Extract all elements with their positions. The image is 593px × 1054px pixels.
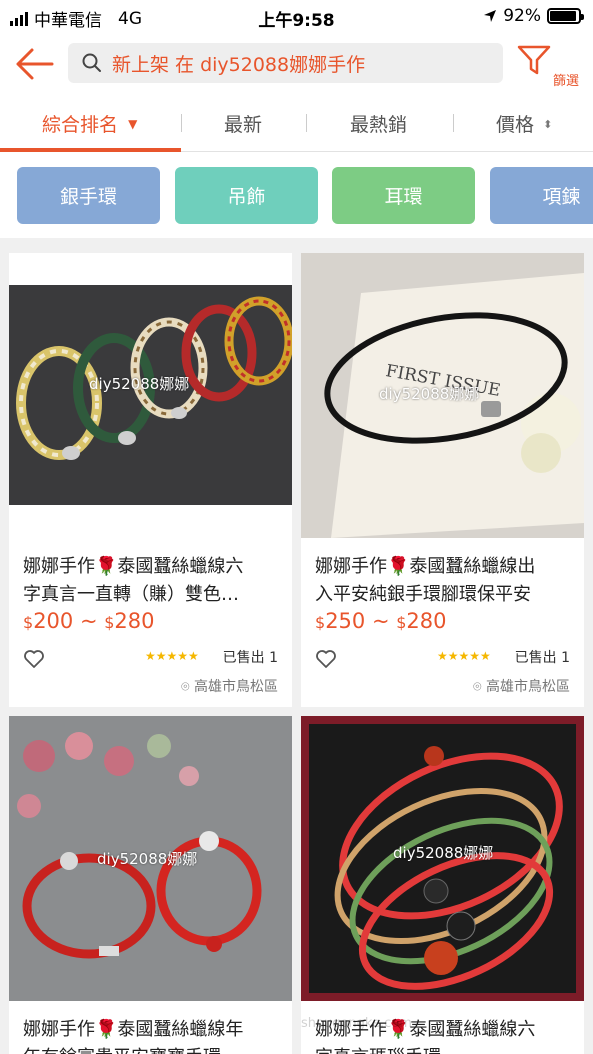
image-watermark: diy52088娜娜 bbox=[393, 844, 494, 862]
rating-stars: ★★★★★ bbox=[145, 649, 199, 663]
rose-icon: 🌹 bbox=[95, 1019, 118, 1040]
search-header: 新上架 在 diy52088娜娜手作 篩選 bbox=[0, 34, 593, 96]
battery-icon bbox=[547, 8, 584, 24]
pin-icon: ⌾ bbox=[181, 679, 190, 695]
product-title: 娜娜手作🌹泰國蠶絲蠟線出 入平安純銀手環腳環保平安 bbox=[315, 553, 575, 609]
price-sep: ~ bbox=[73, 609, 105, 633]
image-watermark: diy52088娜娜 bbox=[379, 385, 480, 403]
price-low: 200 bbox=[33, 609, 74, 633]
back-arrow-icon[interactable] bbox=[14, 46, 54, 82]
tab-best-selling[interactable]: 最熱銷 bbox=[350, 110, 407, 137]
sort-bar: 綜合排名 ▼ 最新 最熱銷 價格 ⬍ bbox=[0, 96, 593, 152]
price-high: 280 bbox=[406, 609, 447, 633]
location: ⌾ 高雄市鳥松區 bbox=[473, 676, 570, 696]
title-text: 泰國蠶絲蠟線六 bbox=[409, 1019, 536, 1040]
filter-label: 篩選 bbox=[552, 74, 579, 89]
caret-down-icon: ▼ bbox=[128, 117, 138, 131]
tab-price[interactable]: 價格 ⬍ bbox=[496, 110, 552, 137]
bracelet-photo bbox=[9, 285, 292, 505]
location-arrow-icon bbox=[484, 10, 497, 22]
location: ⌾ 高雄市鳥松區 bbox=[181, 676, 278, 696]
divider bbox=[453, 114, 454, 132]
category-bar: 銀手環 吊飾 耳環 項鍊 bbox=[0, 152, 593, 238]
title-text: 娜娜手作 bbox=[315, 556, 387, 577]
title-text: 泰國蠶絲蠟線出 bbox=[409, 556, 536, 577]
currency: $ bbox=[396, 613, 407, 632]
sold-count: 已售出 1 bbox=[514, 650, 570, 666]
search-input[interactable]: 新上架 在 diy52088娜娜手作 bbox=[68, 43, 503, 83]
heart-icon[interactable] bbox=[315, 649, 337, 669]
status-bar: 中華電信 4G 上午9:58 92% bbox=[0, 0, 593, 34]
divider bbox=[306, 114, 307, 132]
rating-stars: ★★★★★ bbox=[437, 649, 491, 663]
tab-comprehensive[interactable]: 綜合排名 ▼ bbox=[42, 110, 137, 137]
product-image: diy52088娜娜 bbox=[301, 716, 584, 1001]
rose-icon: 🌹 bbox=[387, 556, 410, 577]
category-chip[interactable]: 銀手環 bbox=[17, 167, 160, 224]
filter-button[interactable]: 篩選 bbox=[517, 42, 579, 90]
currency: $ bbox=[315, 613, 326, 632]
heart-icon[interactable] bbox=[23, 649, 45, 669]
search-icon bbox=[82, 53, 101, 72]
image-watermark: diy52088娜娜 bbox=[97, 850, 198, 868]
product-card[interactable]: FIRST ISSUE diy52088娜娜 娜娜手作🌹泰國蠶絲蠟線出 入平安純… bbox=[301, 253, 584, 707]
title-text: 年有餘富貴平安寶寶手環 bbox=[23, 1044, 283, 1054]
category-chip[interactable]: 項鍊 bbox=[490, 167, 593, 224]
tab-newest[interactable]: 最新 bbox=[224, 110, 262, 137]
sort-toggle-icon: ⬍ bbox=[543, 118, 553, 131]
category-chip[interactable]: 吊飾 bbox=[175, 167, 318, 224]
divider bbox=[181, 114, 182, 132]
title-text: 字真言一直轉（賺）雙色… bbox=[23, 584, 239, 605]
sold-count: 已售出 1 bbox=[222, 650, 278, 666]
product-card[interactable]: diy52088娜娜 娜娜手作🌹泰國蠶絲蠟線年 年有餘富貴平安寶寶手環 bbox=[9, 716, 292, 1054]
tab-label: 價格 bbox=[496, 114, 535, 136]
price-sep: ~ bbox=[365, 609, 397, 633]
currency: $ bbox=[23, 613, 34, 632]
title-text: 泰國蠶絲蠟線年 bbox=[117, 1019, 244, 1040]
rose-icon: 🌹 bbox=[95, 556, 118, 577]
title-text: 娜娜手作 bbox=[23, 556, 95, 577]
product-title: 娜娜手作🌹泰國蠶絲蠟線六 字真言一直轉（賺）雙色… bbox=[23, 553, 283, 609]
location-text: 高雄市鳥松區 bbox=[194, 679, 278, 695]
price-high: 280 bbox=[114, 609, 155, 633]
category-chip[interactable]: 耳環 bbox=[332, 167, 475, 224]
product-card[interactable]: diy52088娜娜 娜娜手作🌹泰國蠶絲蠟線六 字真言一直轉（賺）雙色… $20… bbox=[9, 253, 292, 707]
location-text: 高雄市鳥松區 bbox=[486, 679, 570, 695]
product-image: diy52088娜娜 bbox=[9, 716, 292, 1001]
search-query: 新上架 在 diy52088娜娜手作 bbox=[112, 53, 366, 76]
product-card[interactable]: diy52088娜娜 娜娜手作🌹泰國蠶絲蠟線六 字真言瑪瑙手環 shougong… bbox=[301, 716, 584, 1054]
filter-funnel-icon bbox=[517, 45, 551, 75]
site-watermark: shougongke.com bbox=[301, 1016, 412, 1031]
image-watermark: diy52088娜娜 bbox=[89, 375, 190, 393]
title-text: 泰國蠶絲蠟線六 bbox=[117, 556, 244, 577]
currency: $ bbox=[104, 613, 115, 632]
price-low: 250 bbox=[325, 609, 366, 633]
pin-icon: ⌾ bbox=[473, 679, 482, 695]
tab-label: 最新 bbox=[224, 114, 263, 136]
title-text: 娜娜手作 bbox=[23, 1019, 95, 1040]
product-title: 娜娜手作🌹泰國蠶絲蠟線年 年有餘富貴平安寶寶手環 bbox=[23, 1016, 283, 1054]
tab-label: 最熱銷 bbox=[350, 114, 408, 136]
product-price: $250 ~ $280 bbox=[315, 609, 447, 633]
product-image: diy52088娜娜 bbox=[9, 253, 292, 538]
product-image: FIRST ISSUE diy52088娜娜 bbox=[301, 253, 584, 538]
tab-label: 綜合排名 bbox=[42, 114, 119, 136]
title-text: 字真言瑪瑙手環 bbox=[315, 1044, 575, 1054]
product-price: $200 ~ $280 bbox=[23, 609, 155, 633]
title-text: 入平安純銀手環腳環保平安 bbox=[315, 584, 531, 605]
battery-percent: 92% bbox=[503, 6, 541, 26]
